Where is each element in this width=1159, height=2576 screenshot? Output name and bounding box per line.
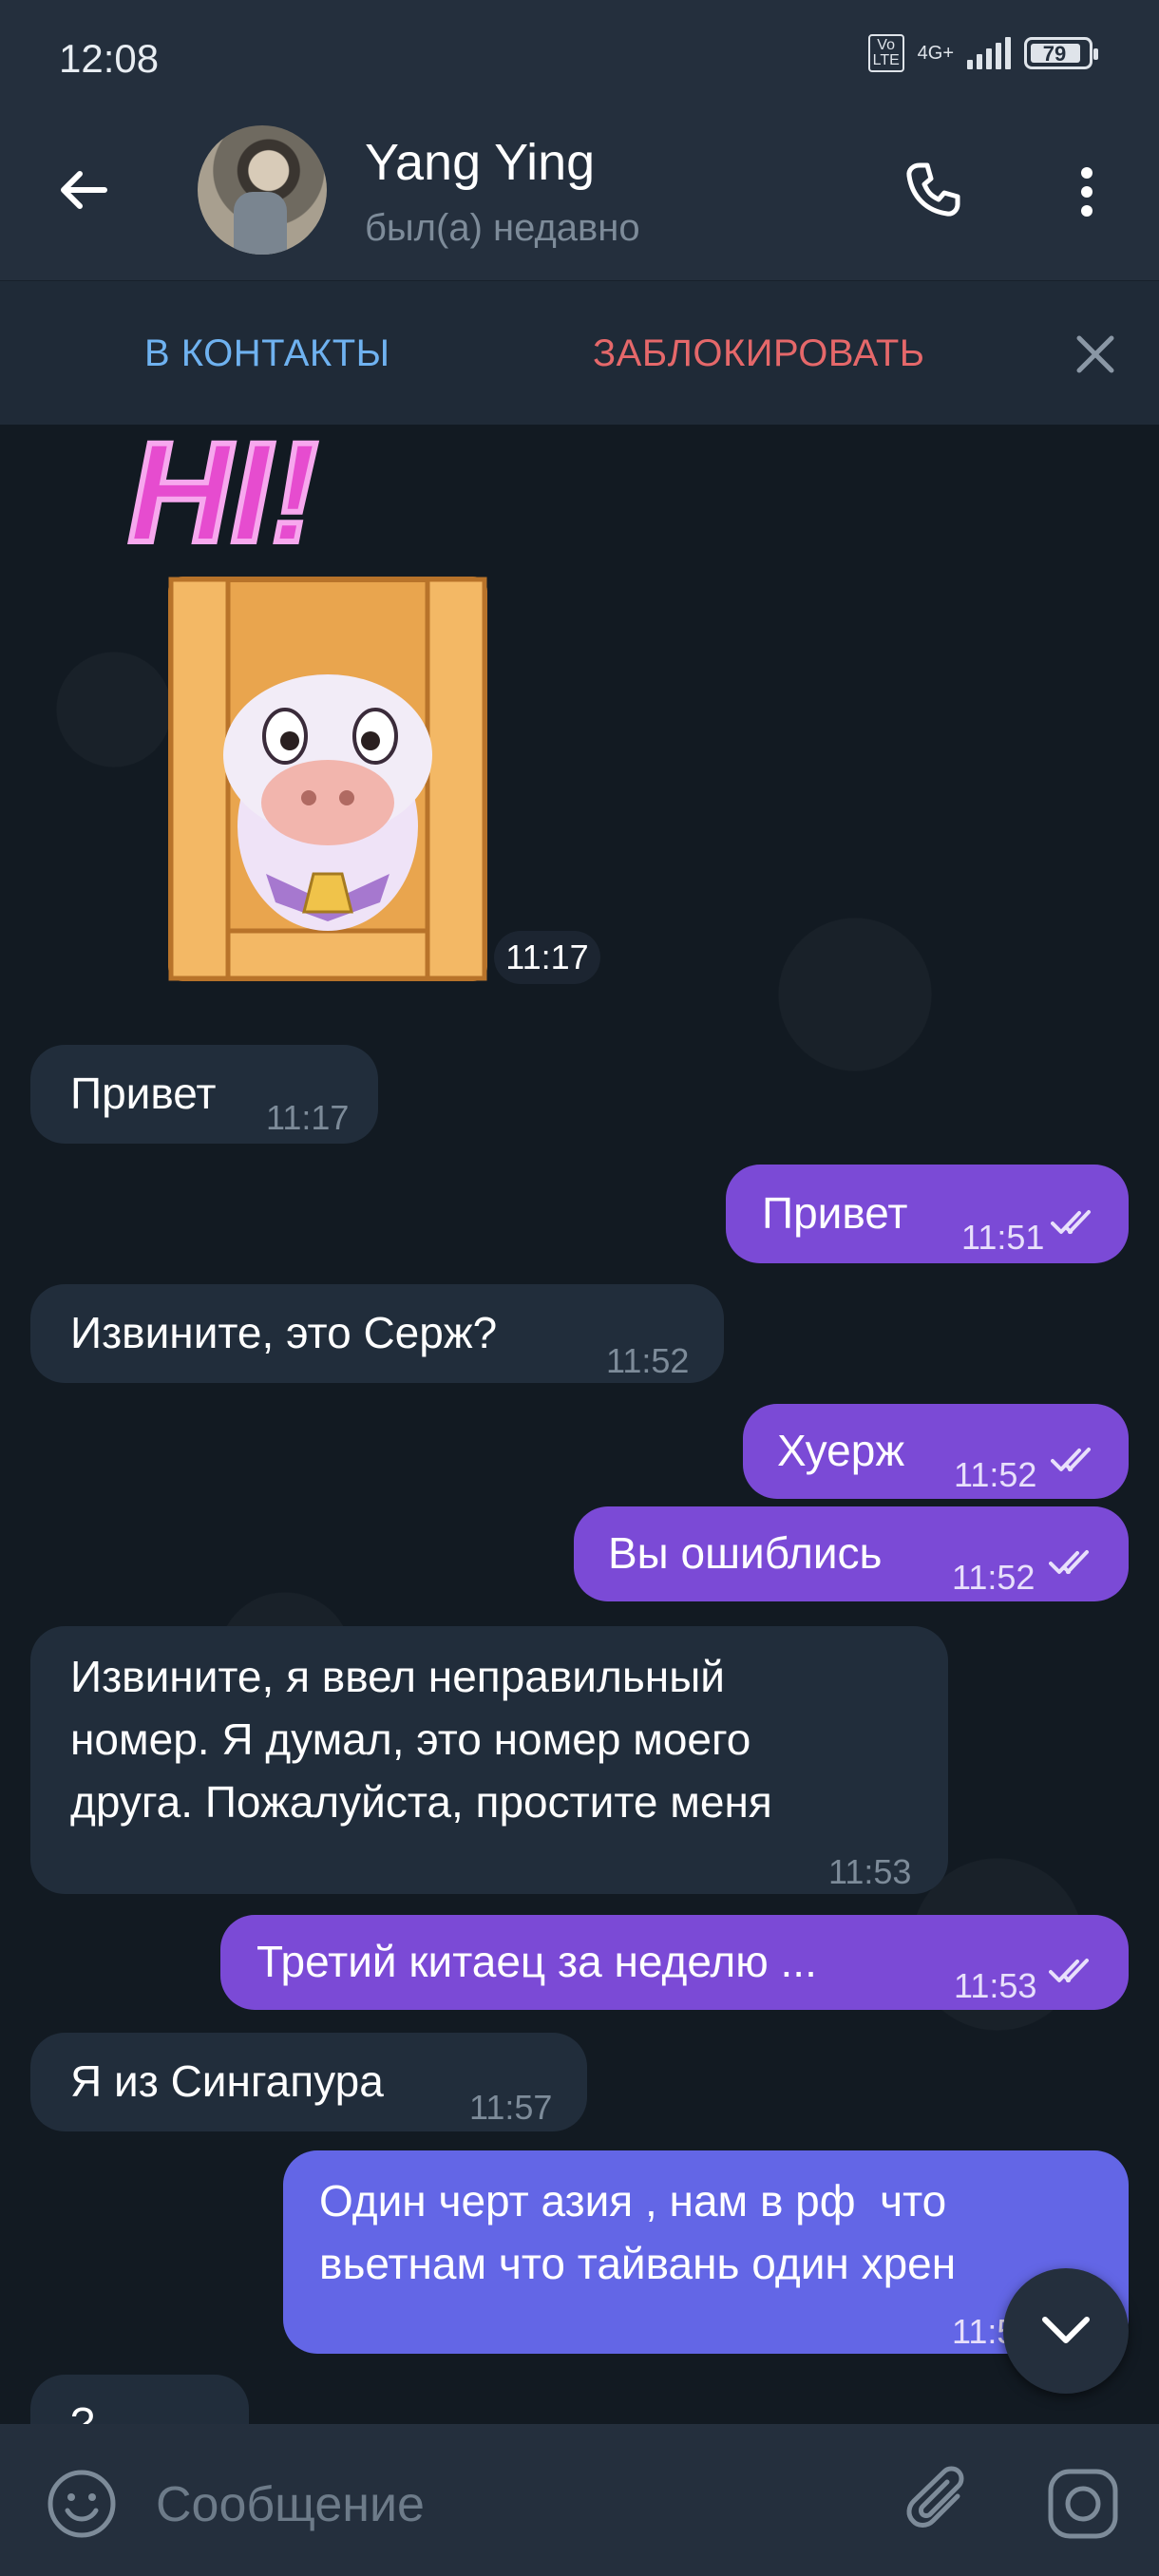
avatar[interactable] <box>198 125 327 255</box>
close-icon[interactable] <box>1074 332 1117 376</box>
back-arrow-icon[interactable] <box>55 161 112 218</box>
last-seen-status: был(а) недавно <box>365 207 640 249</box>
message-text: Третий китаец за неделю ... <box>256 1937 817 1986</box>
outgoing-message[interactable]: Привет 11:51 <box>726 1165 1129 1263</box>
phone-icon[interactable] <box>902 160 963 220</box>
message-input[interactable] <box>154 2468 880 2542</box>
incoming-message[interactable]: Извините, я ввел неправильный номер. Я д… <box>30 1626 948 1894</box>
message-text-line: Один черт азия , нам в рф что <box>319 2176 947 2226</box>
attach-icon[interactable] <box>902 2464 978 2544</box>
message-text: Извините, это Серж? <box>70 1308 498 1357</box>
double-check-icon <box>1049 1959 1089 1982</box>
message-time: 11:52 <box>954 1455 1037 1494</box>
message-time: 11:57 <box>469 2088 553 2127</box>
block-user-button[interactable]: ЗАБЛОКИРОВАТЬ <box>593 332 925 375</box>
more-vert-icon[interactable] <box>1068 161 1106 222</box>
battery-level: 79 <box>1042 42 1067 66</box>
message-text-line: вьетнам что тайвань один хрен <box>319 2239 957 2288</box>
camera-icon[interactable] <box>1045 2466 1121 2542</box>
message-text: Привет <box>762 1188 908 1238</box>
battery-icon: 79 <box>1024 37 1098 69</box>
message-time: 11:51 <box>961 1218 1045 1257</box>
message-text-line: друга. Пожалуйста, простите меня <box>70 1777 772 1827</box>
outgoing-message[interactable]: Третий китаец за неделю ... 11:53 <box>220 1915 1129 2010</box>
message-text-line: Извините, я ввел неправильный <box>70 1652 725 1701</box>
message-text: Привет <box>70 1069 217 1118</box>
incoming-message[interactable]: Привет 11:17 <box>30 1045 378 1144</box>
double-check-icon <box>1049 1550 1089 1574</box>
message-text: Я из Сингапура <box>70 2056 384 2106</box>
sticker-time: 11:17 <box>494 931 600 984</box>
volte-badge: Vo LTE <box>867 34 904 72</box>
message-time: 11:53 <box>828 1852 912 1891</box>
incoming-message[interactable]: Я из Сингапура 11:57 <box>30 2033 587 2131</box>
message-text: Вы ошиблись <box>608 1528 883 1578</box>
add-contact-button[interactable]: В КОНТАКТЫ <box>144 332 390 375</box>
contact-name[interactable]: Yang Ying <box>365 133 595 192</box>
outgoing-message[interactable]: Хуерж 11:52 <box>743 1404 1129 1499</box>
signal-icon <box>967 37 1011 69</box>
outgoing-message[interactable]: Один черт азия , нам в рф что вьетнам чт… <box>283 2150 1129 2354</box>
emoji-icon[interactable] <box>46 2468 118 2540</box>
message-text-line: номер. Я думал, это номер моего <box>70 1714 751 1764</box>
double-check-icon <box>1051 1448 1091 1471</box>
message-time: 11:17 <box>266 1098 350 1137</box>
sticker-text: HI! <box>128 427 318 572</box>
status-icons: Vo LTE 4G+ 79 <box>867 34 1098 72</box>
double-check-icon <box>1051 1210 1091 1234</box>
message-time: 11:52 <box>606 1341 690 1380</box>
message-time: 11:52 <box>952 1558 1036 1597</box>
network-type: 4G+ <box>917 42 954 64</box>
message-time: 11:53 <box>954 1966 1037 2005</box>
message-text: Хуерж <box>777 1426 905 1475</box>
chevron-down-icon <box>1042 2317 1090 2343</box>
incoming-message[interactable]: Извините, это Серж? 11:52 <box>30 1284 724 1383</box>
incoming-message-partial[interactable]: ? <box>30 2375 249 2432</box>
outgoing-message[interactable]: Вы ошиблись 11:52 <box>574 1506 1129 1601</box>
hi-sticker[interactable]: HI! <box>124 427 522 997</box>
scroll-down-button[interactable] <box>1003 2268 1129 2394</box>
status-time: 12:08 <box>59 36 160 81</box>
